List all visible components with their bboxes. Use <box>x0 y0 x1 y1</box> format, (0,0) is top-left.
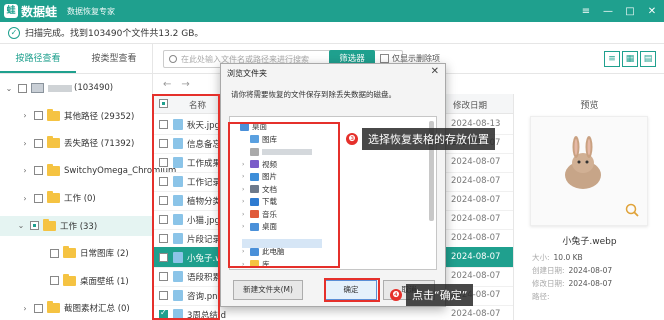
dialog-description: 请你将需要恢复的文件保存到除丢失数据的磁盘。 <box>231 90 396 99</box>
preview-created-date: 创建日期: 2024-08-07 <box>532 266 613 275</box>
folder-icon <box>63 246 76 258</box>
preview-path: 路径: <box>532 292 550 301</box>
highlight-box-folder-tree <box>228 122 340 268</box>
chevron-right-icon[interactable]: › <box>20 139 30 148</box>
dialog-title: 浏览文件夹 <box>227 69 267 78</box>
folder-icon <box>47 191 60 203</box>
new-folder-button[interactable]: 新建文件夹(M) <box>233 280 303 300</box>
tree-item-label: 截图素材汇总 (0) <box>64 304 130 314</box>
maximize-icon[interactable]: □ <box>624 6 636 17</box>
tree-item[interactable]: › 其他路径 (29352) <box>20 106 134 126</box>
chevron-right-icon[interactable]: › <box>20 111 30 120</box>
tree-item[interactable]: › 丢失路径 (71392) <box>20 133 134 153</box>
step-3-badge: ❸ <box>346 133 358 145</box>
chevron-right-icon[interactable]: › <box>20 166 30 175</box>
highlight-box-file-list <box>152 94 220 320</box>
app-subtitle: 数据恢复专家 <box>67 6 116 16</box>
file-modified-date: 2024-08-07 <box>451 176 501 186</box>
tab-by-type[interactable]: 按类型查看 <box>76 44 152 73</box>
folder-icon <box>47 301 60 313</box>
tree-item-label: 工作 (33) <box>60 221 98 232</box>
view-tabs: 按路径查看 按类型查看 <box>0 44 152 74</box>
folder-icon <box>63 273 76 286</box>
chevron-right-icon[interactable]: › <box>20 194 30 203</box>
tree-checkbox[interactable] <box>50 248 59 258</box>
app-name: 数据蛙 <box>21 4 58 19</box>
dialog-close-icon[interactable]: ✕ <box>431 66 439 77</box>
tree-checkbox[interactable] <box>34 166 43 175</box>
preview-modified-date: 修改日期: 2024-08-07 <box>532 279 613 288</box>
preview-file-name: 小兔子.webp <box>562 237 617 247</box>
tree-item[interactable]: ⌄ (103490) <box>4 78 113 98</box>
tree-checkbox[interactable] <box>34 111 43 120</box>
chevron-down-icon[interactable]: ⌄ <box>4 84 14 93</box>
frog-logo-icon: 蛙 <box>4 4 18 18</box>
tree-item[interactable]: 桌面壁纸 (1) <box>36 271 129 291</box>
tree-item-label: (103490) <box>74 83 114 93</box>
file-modified-date: 2024-08-07 <box>451 214 501 224</box>
tree-item-label: 工作 (0) <box>64 194 96 204</box>
close-icon[interactable]: ✕ <box>646 6 658 17</box>
tree-checkbox[interactable] <box>30 221 39 230</box>
step-3-text: 选择恢复表格的存放位置 <box>362 128 495 150</box>
grid-view-icon[interactable]: ▦ <box>622 51 638 67</box>
tree-item[interactable]: › 工作 (0) <box>20 188 96 208</box>
chevron-right-icon[interactable]: ⌄ <box>16 221 26 230</box>
check-circle-icon: ✓ <box>8 26 20 39</box>
tree-checkbox[interactable] <box>18 83 27 93</box>
minimize-icon[interactable]: — <box>602 6 614 17</box>
tree-item[interactable]: › 截图素材汇总 (0) <box>20 298 130 318</box>
title-bar: 蛙 数据蛙 数据恢复专家 ≡ — □ ✕ <box>0 0 664 22</box>
tree-item[interactable]: 日常图库 (2) <box>36 243 129 263</box>
folder-icon <box>47 163 60 176</box>
annotation-step-4: ❹ 点击“确定” <box>390 284 474 306</box>
redacted-drive-name <box>48 84 72 92</box>
tree-item-label: 日常图库 (2) <box>80 249 129 259</box>
tree-checkbox[interactable] <box>34 303 43 313</box>
left-pane: 按路径查看 按类型查看 ⌄ (103490) › 其他路径 (29352) › 丢失路径 … <box>0 44 176 320</box>
preview-image-card <box>530 116 648 226</box>
tree-item-label: 丢失路径 (71392) <box>64 139 135 149</box>
tree-checkbox[interactable] <box>34 193 43 203</box>
file-modified-date: 2024-08-07 <box>451 195 501 205</box>
tab-by-path[interactable]: 按路径查看 <box>0 44 76 73</box>
tree-item[interactable]: ⌄ 工作 (33) <box>0 215 153 236</box>
folder-icon <box>47 108 60 121</box>
file-modified-date: 2024-08-07 <box>451 271 501 281</box>
preview-size: 大小: 10.0 KB <box>532 253 583 262</box>
search-icon <box>169 55 177 63</box>
app-logo: 蛙 数据蛙 <box>4 3 57 20</box>
folder-icon <box>43 218 56 231</box>
annotation-step-3: ❸ 选择恢复表格的存放位置 <box>346 128 495 150</box>
step-4-badge: ❹ <box>390 289 402 301</box>
chevron-right-icon[interactable]: › <box>20 304 30 313</box>
detail-view-icon[interactable]: ▤ <box>640 51 656 67</box>
list-view-icon[interactable]: ≡ <box>604 51 620 67</box>
highlight-box-ok-button <box>324 278 380 302</box>
drive-icon <box>31 83 44 93</box>
zoom-icon[interactable] <box>625 203 639 217</box>
menu-icon[interactable]: ≡ <box>580 6 592 17</box>
preview-pane: 预览 小兔子.webp 大小: 10.0 KB 创建日期: 2024-08-07 修… <box>513 94 664 320</box>
rabbit-preview-image <box>565 136 601 189</box>
tree-item-label: 桌面壁纸 (1) <box>80 276 129 287</box>
tree-checkbox[interactable] <box>34 138 43 148</box>
tree-item-label: 其他路径 (29352) <box>64 111 135 122</box>
file-modified-date: 2024-08-07 <box>451 157 501 167</box>
file-modified-date: 2024-08-07 <box>451 233 501 243</box>
file-modified-date: 2024-08-07 <box>451 252 501 262</box>
scan-status-text: 扫描完成。找到103490个文件共13.2 GB。 <box>25 29 204 39</box>
folder-icon <box>47 136 60 148</box>
preview-title: 预览 <box>580 101 599 111</box>
scan-status-bar: ✓ 扫描完成。找到103490个文件共13.2 GB。 <box>0 22 664 44</box>
view-mode-switcher: ≡ ▦ ▤ <box>604 51 656 67</box>
only-deleted-checkbox[interactable] <box>380 54 389 63</box>
window-controls: ≡ — □ ✕ <box>580 0 658 22</box>
column-modified-date[interactable]: 修改日期 <box>453 99 487 111</box>
tree-checkbox[interactable] <box>50 276 59 285</box>
step-4-text: 点击“确定” <box>406 284 474 306</box>
file-modified-date: 2024-08-07 <box>451 309 501 319</box>
back-arrow-icon[interactable]: ← <box>163 79 171 90</box>
forward-arrow-icon[interactable]: → <box>181 79 189 90</box>
